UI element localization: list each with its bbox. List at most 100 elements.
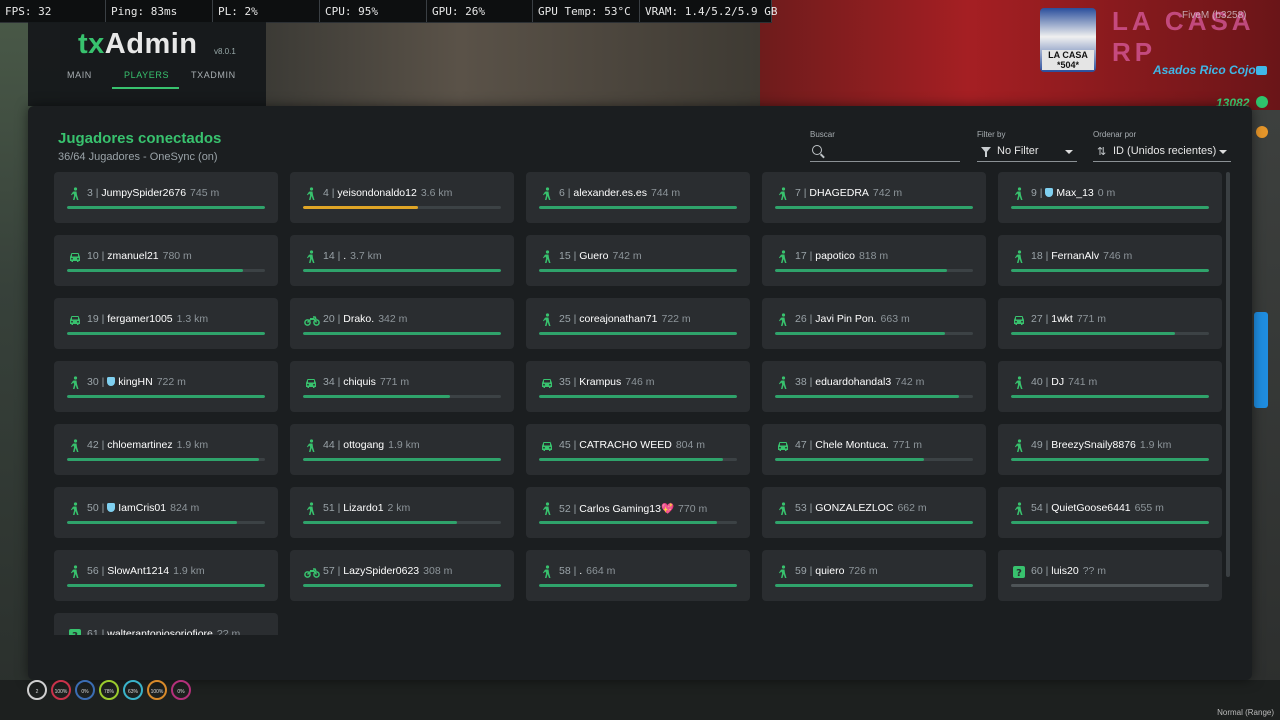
shield-icon <box>107 377 116 386</box>
walking-icon <box>68 439 82 453</box>
side-notification-tab[interactable] <box>1254 312 1268 408</box>
svg-text:?: ? <box>72 631 78 635</box>
txadmin-menu-header: txAdmin v8.0.1 MAIN PLAYERS TXADMIN <box>28 22 266 106</box>
player-card[interactable]: 14 | . 3.7 km <box>290 235 514 286</box>
player-card[interactable]: 25 | coreajonathan71 722 m <box>526 298 750 349</box>
walking-icon <box>776 313 790 327</box>
player-info: 60 | luis20?? m <box>1031 565 1106 577</box>
player-name: yeisondonaldo12 <box>337 187 417 199</box>
player-info: 34 | chiquis 771 m <box>323 376 409 388</box>
player-card[interactable]: 58 | . 664 m <box>526 550 750 601</box>
player-distance: 771 m <box>379 376 410 388</box>
player-name: coreajonathan71 <box>579 313 658 325</box>
tab-main[interactable]: MAIN <box>67 70 92 80</box>
player-card[interactable]: 7 | DHAGEDRA 742 m <box>762 172 986 223</box>
player-distance: 663 m <box>880 313 910 325</box>
walking-icon <box>304 250 318 264</box>
player-card[interactable]: 54 | QuietGoose6441 655 m <box>998 487 1222 538</box>
player-id: 17 | <box>795 250 816 262</box>
player-name: Krampus <box>579 376 622 388</box>
player-card[interactable]: 50 | IamCris01 824 m <box>54 487 278 538</box>
player-id: 25 | <box>559 313 580 325</box>
player-card[interactable]: 20 | Drako. 342 m <box>290 298 514 349</box>
player-card[interactable]: 10 | zmanuel21 780 m <box>54 235 278 286</box>
player-name: 1wkt <box>1051 313 1073 325</box>
player-card[interactable]: 47 | Chele Montuca. 771 m <box>762 424 986 475</box>
health-bar-fill <box>539 269 737 272</box>
player-distance: 771 m <box>892 439 922 451</box>
player-card[interactable]: 56 | SlowAnt1214 1.9 km <box>54 550 278 601</box>
player-info: 58 | . 664 m <box>559 565 615 577</box>
player-name: zmanuel21 <box>107 250 159 262</box>
health-bar-fill <box>775 206 973 209</box>
player-card[interactable]: 45 | CATRACHO WEED 804 m <box>526 424 750 475</box>
walking-icon <box>540 313 554 327</box>
player-card[interactable]: 42 | chloemartinez 1.9 km <box>54 424 278 475</box>
search-input[interactable] <box>828 143 958 161</box>
health-bar <box>303 521 501 524</box>
health-bar <box>775 269 973 272</box>
ping-stat: Ping: 83ms <box>106 0 213 22</box>
player-info: 17 | papotico 818 m <box>795 250 888 262</box>
health-bar <box>1011 206 1209 209</box>
player-name: Lizardo1 <box>343 502 384 514</box>
player-id: 7 | <box>795 187 810 199</box>
health-bar-fill <box>1011 395 1209 398</box>
player-card[interactable]: 53 | GONZALEZLOC 662 m <box>762 487 986 538</box>
player-id: 45 | <box>559 439 580 451</box>
car-icon <box>540 439 554 453</box>
walking-icon <box>540 250 554 264</box>
player-card[interactable]: 40 | DJ 741 m <box>998 361 1222 412</box>
player-info: 42 | chloemartinez 1.9 km <box>87 439 208 451</box>
player-card[interactable]: 4 | yeisondonaldo12 3.6 km <box>290 172 514 223</box>
player-card[interactable]: 6 | alexander.es.es 744 m <box>526 172 750 223</box>
player-card[interactable]: ? 60 | luis20?? m <box>998 550 1222 601</box>
player-card[interactable]: 51 | Lizardo1 2 km <box>290 487 514 538</box>
health-bar <box>539 521 737 524</box>
player-card[interactable]: 38 | eduardohandal3 742 m <box>762 361 986 412</box>
player-card[interactable]: 9 | Max_13 0 m <box>998 172 1222 223</box>
motorcycle-icon <box>304 313 320 327</box>
sort-select[interactable]: ⇅ ID (Unidos recientes) <box>1093 141 1231 162</box>
player-card[interactable]: 30 | kingHN 722 m <box>54 361 278 412</box>
player-card[interactable]: 35 | Krampus 746 m <box>526 361 750 412</box>
player-card[interactable]: 19 | fergamer1005 1.3 km <box>54 298 278 349</box>
player-card[interactable]: 57 | LazySpider0623 308 m <box>290 550 514 601</box>
player-card[interactable]: 3 | JumpySpider2676 745 m <box>54 172 278 223</box>
health-bar-fill <box>67 458 260 461</box>
player-info: 20 | Drako. 342 m <box>323 313 407 325</box>
player-card[interactable]: 27 | 1wkt 771 m <box>998 298 1222 349</box>
filter-select[interactable]: No Filter <box>977 141 1077 162</box>
player-name: CATRACHO WEED <box>579 439 672 451</box>
player-card[interactable]: 34 | chiquis 771 m <box>290 361 514 412</box>
player-card[interactable]: 59 | quiero 726 m <box>762 550 986 601</box>
player-card[interactable]: 49 | BreezySnaily8876 1.9 km <box>998 424 1222 475</box>
scrollbar[interactable] <box>1226 172 1230 577</box>
car-icon <box>540 376 554 390</box>
player-card[interactable]: 15 | Guero 742 m <box>526 235 750 286</box>
player-info: 45 | CATRACHO WEED 804 m <box>559 439 705 451</box>
tab-players[interactable]: PLAYERS <box>124 70 169 80</box>
gpu-stat: GPU: 26% <box>427 0 533 22</box>
player-card[interactable]: 44 | ottogang 1.9 km <box>290 424 514 475</box>
health-bar-fill <box>67 269 244 272</box>
walking-icon <box>540 502 554 516</box>
player-card[interactable]: 52 | Carlos Gaming13💖 770 m <box>526 487 750 538</box>
player-card[interactable]: 26 | Javi Pin Pon. 663 m <box>762 298 986 349</box>
player-distance: 1.9 km <box>388 439 420 451</box>
search-field[interactable] <box>810 141 960 162</box>
player-info: 47 | Chele Montuca. 771 m <box>795 439 922 451</box>
server-logo-text: LA CASA *504* <box>1042 50 1094 70</box>
player-card[interactable]: 18 | FernanAlv 746 m <box>998 235 1222 286</box>
player-card[interactable]: 17 | papotico 818 m <box>762 235 986 286</box>
health-bar <box>1011 584 1209 587</box>
tab-txadmin[interactable]: TXADMIN <box>191 70 236 80</box>
player-distance: 770 m <box>678 503 708 515</box>
player-id: 54 | <box>1031 502 1052 514</box>
player-distance: 742 m <box>872 187 903 199</box>
walking-icon <box>68 376 82 390</box>
player-id: 52 | <box>559 503 580 515</box>
health-bar-fill <box>67 521 238 524</box>
walking-icon <box>304 187 318 201</box>
player-card[interactable]: ? 61 | walterantoniosoriofiore?? m <box>54 613 278 635</box>
